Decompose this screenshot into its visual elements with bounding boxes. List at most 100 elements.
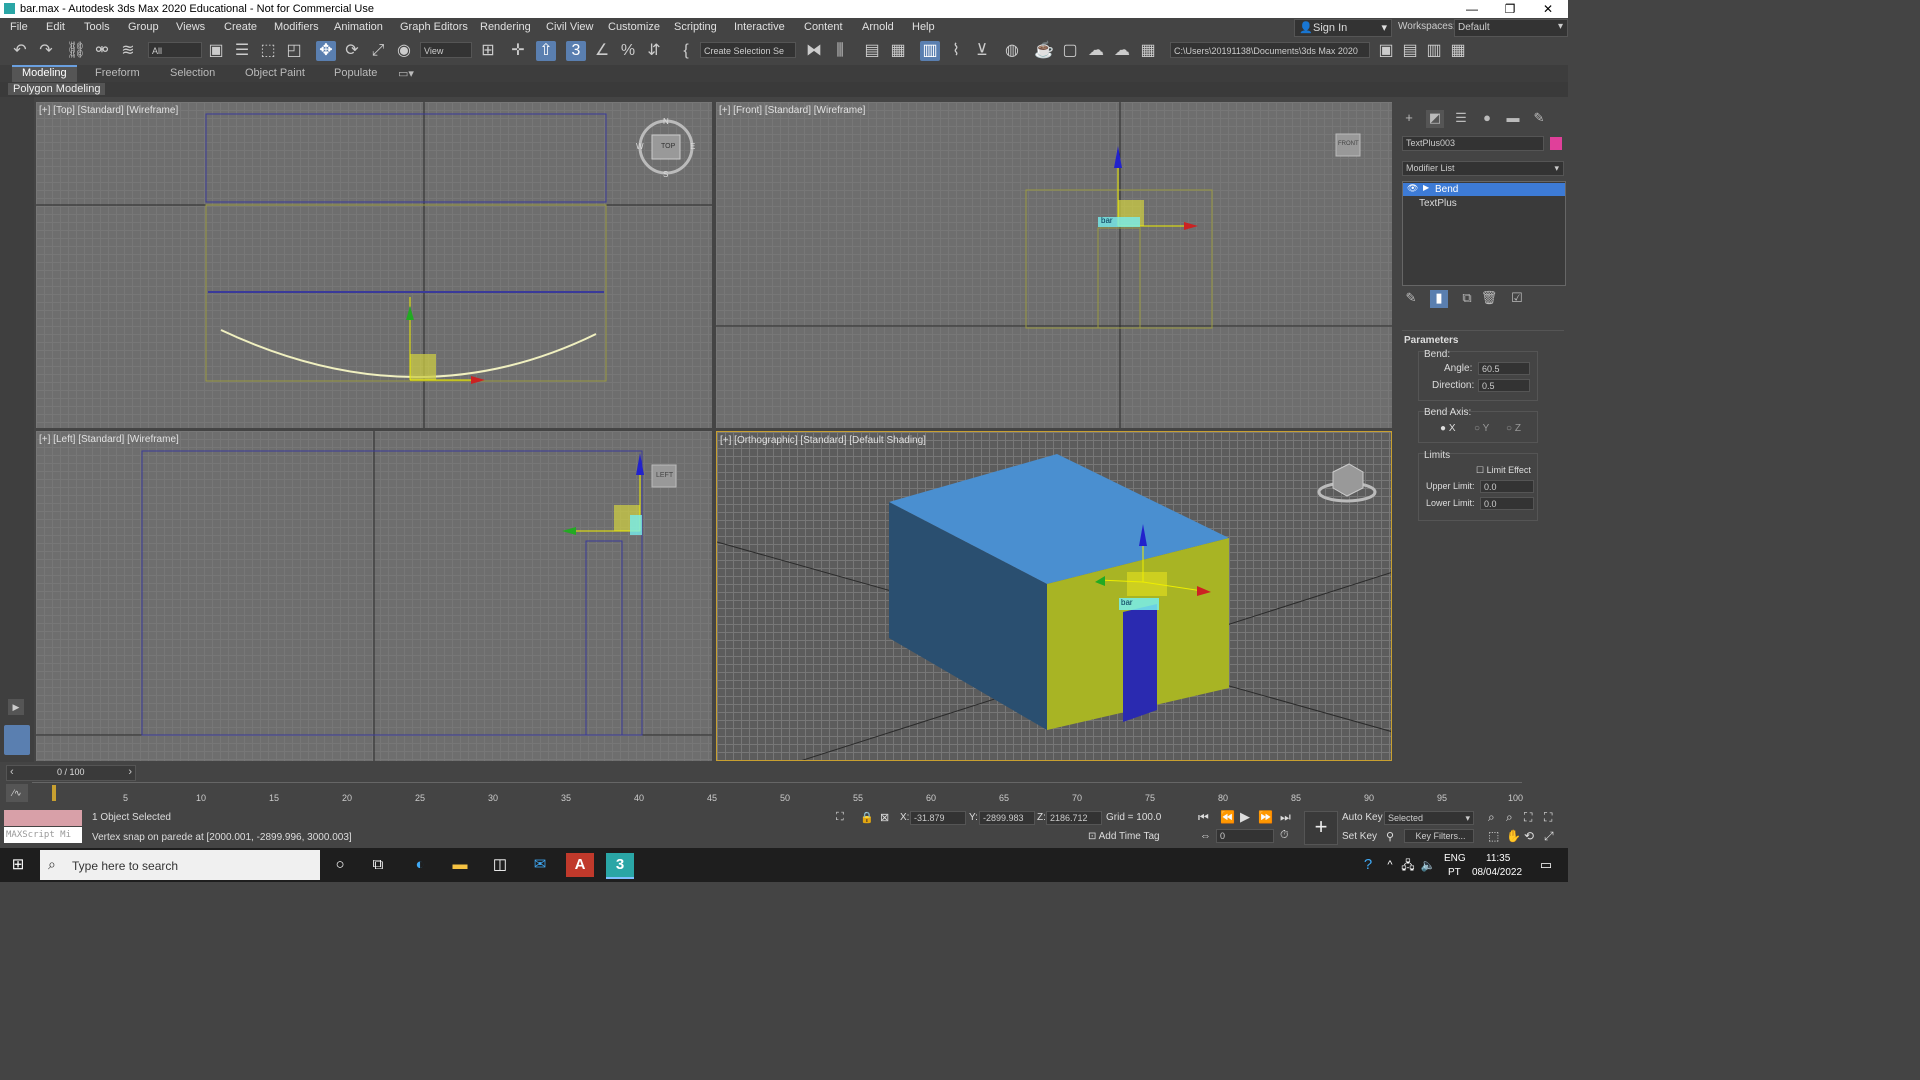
- menu-tools[interactable]: Tools: [84, 21, 110, 33]
- add-time-tag-button[interactable]: ⊡ Add Time Tag: [1088, 831, 1160, 842]
- reference-coordinate-dropdown[interactable]: View: [420, 42, 472, 58]
- previous-key-icon[interactable]: ⏪: [1220, 810, 1235, 824]
- menu-customize[interactable]: Customize: [608, 21, 660, 33]
- play-icon[interactable]: ▶: [1240, 809, 1250, 825]
- select-by-name-icon[interactable]: ☰: [232, 41, 252, 61]
- project-folder-icon[interactable]: ▣: [1376, 41, 1396, 61]
- motion-tab-icon[interactable]: ●: [1478, 110, 1496, 128]
- task-view-icon[interactable]: ⧉: [364, 853, 392, 877]
- stack-item-textplus[interactable]: TextPlus: [1403, 197, 1565, 210]
- menu-animation[interactable]: Animation: [334, 21, 383, 33]
- percent-snap-icon[interactable]: %: [618, 41, 638, 61]
- menu-arnold[interactable]: Arnold: [862, 21, 894, 33]
- menu-group[interactable]: Group: [128, 21, 159, 33]
- set-project-icon[interactable]: ▥: [1424, 41, 1444, 61]
- limit-effect-checkbox[interactable]: ☐ Limit Effect: [1476, 465, 1531, 476]
- named-selection-dropdown[interactable]: Create Selection Se: [700, 42, 796, 58]
- tab-selection[interactable]: Selection: [170, 67, 215, 79]
- placement-icon[interactable]: ◉: [394, 41, 414, 61]
- hierarchy-tab-icon[interactable]: ☰: [1452, 110, 1470, 128]
- current-frame-field[interactable]: 0: [1216, 829, 1274, 843]
- menu-scripting[interactable]: Scripting: [674, 21, 717, 33]
- object-color-swatch[interactable]: [1550, 137, 1562, 150]
- utilities-tab-icon[interactable]: ✎: [1530, 110, 1548, 128]
- axis-y-radio[interactable]: ○ Y: [1474, 423, 1489, 434]
- menu-file[interactable]: File: [10, 21, 28, 33]
- tab-freeform[interactable]: Freeform: [95, 67, 140, 79]
- z-coordinate-field[interactable]: 2186.712: [1046, 811, 1102, 825]
- direction-spinner[interactable]: 0.5: [1478, 379, 1530, 392]
- rect-selection-icon[interactable]: ⬚: [258, 41, 278, 61]
- x-coordinate-field[interactable]: -31.879: [910, 811, 966, 825]
- menu-interactive[interactable]: Interactive: [734, 21, 785, 33]
- maximize-button[interactable]: ❐: [1490, 1, 1530, 17]
- menu-content[interactable]: Content: [804, 21, 843, 33]
- 3ds-max-icon[interactable]: 3: [606, 853, 634, 879]
- windows-start-icon[interactable]: ⊞: [4, 853, 32, 877]
- spinner-snap-icon[interactable]: ⇵: [644, 41, 664, 61]
- selection-filter-dropdown[interactable]: All: [148, 42, 202, 58]
- store-icon[interactable]: ◫: [486, 853, 514, 877]
- configure-sets-icon[interactable]: ☑: [1508, 290, 1526, 308]
- snap-toggle-icon[interactable]: 3: [566, 41, 586, 61]
- zoom-all-icon[interactable]: ⌕: [1506, 810, 1513, 825]
- menu-rendering[interactable]: Rendering: [480, 21, 531, 33]
- time-cursor[interactable]: [52, 785, 56, 801]
- angle-spinner[interactable]: 60.5: [1478, 362, 1530, 375]
- viewport-front[interactable]: [+] [Front] [Standard] [Wireframe] bar F…: [716, 102, 1392, 428]
- lock-selection-icon[interactable]: 🔒: [860, 811, 874, 824]
- viewport-top[interactable]: [+] [Top] [Standard] [Wireframe] TOP N S…: [36, 102, 712, 428]
- angle-snap-icon[interactable]: ∠: [592, 41, 612, 61]
- key-filters-icon[interactable]: ⚲: [1386, 830, 1394, 843]
- next-key-icon[interactable]: ⏩: [1258, 810, 1273, 824]
- axis-z-radio[interactable]: ○ Z: [1506, 423, 1521, 434]
- y-coordinate-field[interactable]: -2899.983: [979, 811, 1035, 825]
- keyboard-shortcut-override-icon[interactable]: ⇧: [536, 41, 556, 61]
- menu-civil-view[interactable]: Civil View: [546, 21, 593, 33]
- menu-modifiers[interactable]: Modifiers: [274, 21, 319, 33]
- modifier-list-dropdown[interactable]: Modifier List ▾: [1402, 161, 1564, 176]
- tab-object-paint[interactable]: Object Paint: [245, 67, 305, 79]
- render-in-cloud-icon[interactable]: ▦: [1138, 41, 1158, 61]
- display-tab-icon[interactable]: ▬: [1504, 110, 1522, 128]
- prev-frame-icon[interactable]: ‹: [10, 766, 14, 778]
- orbit-icon[interactable]: ⟲: [1524, 829, 1534, 843]
- go-to-end-icon[interactable]: ⏭: [1280, 810, 1291, 825]
- tab-populate[interactable]: Populate: [334, 67, 377, 79]
- autocad-icon[interactable]: A: [566, 853, 594, 877]
- project-path-dropdown[interactable]: C:\Users\20191138\Documents\3ds Max 2020: [1170, 42, 1370, 58]
- viewcube-left-face[interactable]: LEFT: [656, 472, 673, 479]
- expand-arrow-icon[interactable]: ▶: [8, 699, 24, 715]
- edge-icon[interactable]: ◐: [406, 853, 434, 877]
- ribbon-options-icon[interactable]: ▭▾: [398, 67, 414, 80]
- curve-editor-icon[interactable]: ⌇: [946, 41, 966, 61]
- material-editor-icon[interactable]: ◍: [1002, 41, 1022, 61]
- menu-graph-editors[interactable]: Graph Editors: [400, 21, 468, 33]
- time-slider[interactable]: ‹ 0 / 100 ›: [6, 765, 136, 781]
- render-setup-icon[interactable]: ☕: [1034, 41, 1054, 61]
- next-frame-icon[interactable]: ›: [128, 766, 132, 778]
- menu-create[interactable]: Create: [224, 21, 257, 33]
- toggle-ribbon-icon[interactable]: ▦: [888, 41, 908, 61]
- open-project-icon[interactable]: ▤: [1400, 41, 1420, 61]
- notifications-icon[interactable]: ▭: [1532, 853, 1560, 877]
- menu-views[interactable]: Views: [176, 21, 205, 33]
- select-manipulate-icon[interactable]: ✛: [508, 41, 528, 61]
- key-mode-toggle-icon[interactable]: ⇔: [1200, 830, 1211, 842]
- bind-spacewarp-icon[interactable]: ≋: [118, 41, 138, 61]
- mirror-icon[interactable]: ⧓: [804, 41, 824, 61]
- viewport-left[interactable]: [+] [Left] [Standard] [Wireframe] LEFT: [36, 431, 712, 761]
- maxscript-input[interactable]: MAXScript Mi: [4, 827, 82, 843]
- link-icon[interactable]: ⛓: [66, 41, 86, 61]
- pan-icon[interactable]: ✋: [1506, 829, 1521, 843]
- undo-icon[interactable]: ↶: [10, 41, 30, 61]
- language-secondary[interactable]: PT: [1448, 867, 1461, 878]
- move-icon[interactable]: ✥: [316, 41, 336, 61]
- go-to-start-icon[interactable]: ⏮: [1198, 810, 1209, 825]
- rendered-frame-window-icon[interactable]: ▢: [1060, 41, 1080, 61]
- set-keys-icon[interactable]: +: [1304, 811, 1338, 845]
- expand-arrow-icon[interactable]: ▶: [1423, 183, 1429, 192]
- align-icon[interactable]: ⫼: [830, 41, 850, 61]
- zoom-icon[interactable]: ⌕: [1488, 810, 1495, 825]
- edit-named-selection-icon[interactable]: {: [676, 41, 696, 61]
